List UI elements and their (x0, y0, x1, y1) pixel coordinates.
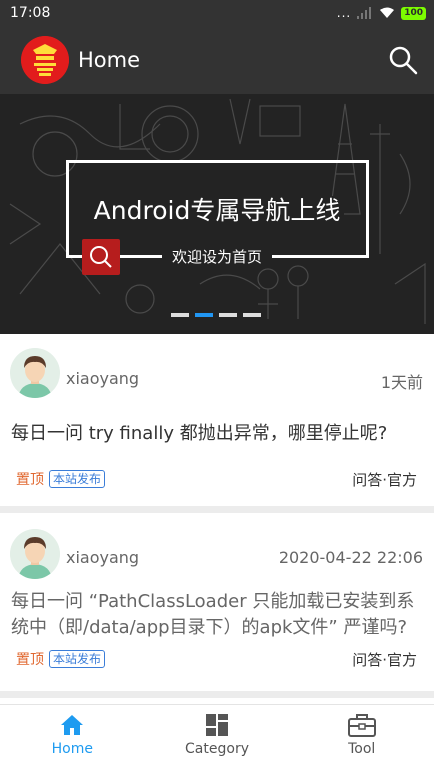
bottom-navigation: Home Category Tool (0, 704, 434, 767)
carousel-dot-active[interactable] (195, 313, 213, 317)
cell-signal-icon (357, 7, 372, 19)
page-title: Home (78, 48, 141, 72)
status-icons: ... 100 (337, 6, 426, 20)
author-avatar[interactable] (10, 348, 60, 398)
category-icon (206, 714, 228, 736)
nav-label-home: Home (51, 741, 93, 757)
article-category[interactable]: 问答·官方 (352, 469, 417, 490)
nav-item-tool[interactable]: Tool (289, 705, 434, 767)
article-title[interactable]: 每日一问 try finally 都抛出异常，哪里停止呢? (11, 421, 422, 447)
card-divider (0, 691, 434, 698)
article-tags: 置顶 本站发布 (16, 649, 106, 669)
author-name[interactable]: xiaoyang (66, 369, 139, 388)
toolbox-icon (347, 714, 376, 737)
carousel-dot[interactable] (243, 313, 261, 317)
home-icon (61, 715, 84, 735)
publish-time: 1天前 (380, 373, 423, 392)
tag-site-published: 本站发布 (49, 470, 106, 488)
card-divider (0, 506, 434, 513)
nav-label-category: Category (185, 741, 249, 757)
signal-dots: ... (336, 6, 352, 20)
banner-subtitle-wrap: 欢迎设为首页 (0, 246, 434, 267)
author-avatar[interactable] (10, 529, 60, 579)
tag-pinned: 置顶 (16, 652, 44, 668)
app-logo-icon[interactable] (21, 36, 69, 84)
nav-label-tool: Tool (348, 741, 376, 757)
banner-headline: Android专属导航上线 (89, 196, 345, 225)
battery-badge: 100 (401, 6, 426, 20)
article-category[interactable]: 问答·官方 (352, 649, 417, 670)
nav-item-category[interactable]: Category (145, 705, 290, 767)
status-time: 17:08 (10, 5, 51, 21)
tag-pinned: 置顶 (16, 472, 44, 488)
search-icon[interactable] (388, 45, 418, 75)
app-bar: Home (0, 26, 434, 94)
carousel-indicators (171, 313, 261, 317)
article-title[interactable]: 每日一问 “PathClassLoader 只能加载已安装到系统中（即/data… (11, 589, 422, 641)
article-tags: 置顶 本站发布 (16, 469, 106, 489)
nav-item-home[interactable]: Home (0, 705, 145, 767)
publish-time: 2020-04-22 22:06 (278, 548, 423, 567)
wifi-icon (380, 7, 395, 18)
carousel-dot[interactable] (171, 313, 189, 317)
app-screen: 17:08 ... 100 Home Android专属导航上线 欢迎设为首页 … (0, 0, 434, 767)
article-card[interactable]: xiaoyang 1天前 每日一问 try finally 都抛出异常，哪里停止… (0, 334, 434, 506)
carousel-dot[interactable] (219, 313, 237, 317)
banner-carousel[interactable]: Android专属导航上线 欢迎设为首页 (0, 94, 434, 334)
banner-headline-wrap: Android专属导航上线 (0, 191, 434, 227)
article-card[interactable]: xiaoyang 2020-04-22 22:06 每日一问 “PathClas… (0, 513, 434, 691)
status-bar: 17:08 ... 100 (0, 0, 434, 26)
author-name[interactable]: xiaoyang (66, 548, 139, 567)
tag-site-published: 本站发布 (49, 650, 106, 668)
banner-subtitle: 欢迎设为首页 (161, 248, 272, 266)
